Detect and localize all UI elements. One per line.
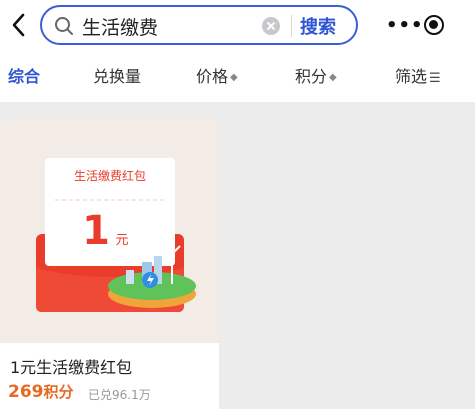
points-value: 269 <box>8 382 44 402</box>
tab-label: 积分 <box>295 67 328 86</box>
tab-label: 价格 <box>196 67 229 86</box>
search-divider <box>291 15 292 37</box>
target-icon[interactable] <box>424 15 444 35</box>
tab-price[interactable]: 价格 ◆ <box>196 63 238 87</box>
points-unit: 积分 <box>43 383 74 401</box>
tab-exchange-volume[interactable]: 兑换量 <box>93 63 141 87</box>
sort-icon: ◆ <box>230 72 238 83</box>
filter-bar: 综合 兑换量 价格 ◆ 积分 ◆ 筛选 ☰ <box>0 50 475 102</box>
tab-filter[interactable]: 筛选 ☰ <box>395 63 441 87</box>
amount-text: 1 <box>82 208 110 254</box>
clear-icon[interactable] <box>262 17 280 35</box>
tab-label: 综合 <box>8 67 41 86</box>
top-bar: 搜索 ••• <box>0 0 475 50</box>
sort-icon: ◆ <box>329 72 337 83</box>
product-image: 生活缴费红包 1 元 <box>0 118 219 343</box>
search-icon <box>55 17 73 35</box>
more-icon[interactable]: ••• <box>386 15 423 36</box>
tab-label: 筛选 <box>395 67 428 86</box>
product-points: 269积分 <box>8 381 74 402</box>
tab-points[interactable]: 积分 ◆ <box>295 63 337 87</box>
redeemed-count: 已兑96.1万 <box>88 388 151 402</box>
amount-unit: 元 <box>115 233 128 248</box>
tab-comprehensive[interactable]: 综合 <box>8 63 40 87</box>
search-button[interactable]: 搜索 <box>300 12 336 40</box>
back-icon[interactable] <box>8 11 30 39</box>
banner-text: 生活缴费红包 <box>74 168 146 183</box>
tab-label: 兑换量 <box>93 67 142 86</box>
product-card[interactable]: 生活缴费红包 1 元 1元生活缴费红包 269积分 已兑96.1万 <box>0 118 219 409</box>
product-title: 1元生活缴费红包 <box>10 358 133 377</box>
filter-icon: ☰ <box>429 71 441 86</box>
search-input[interactable] <box>82 13 252 39</box>
search-box[interactable]: 搜索 <box>40 5 358 45</box>
